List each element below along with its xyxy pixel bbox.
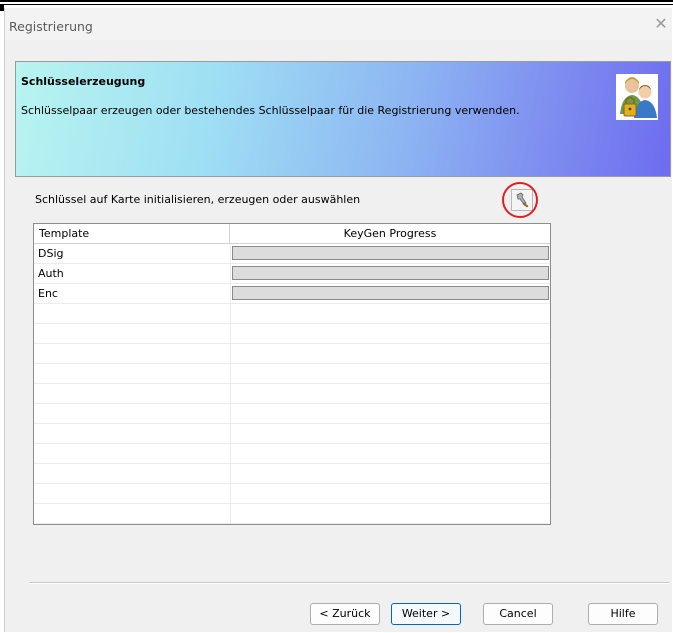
column-divider <box>230 324 231 343</box>
column-divider <box>230 404 231 423</box>
empty-table-row <box>34 384 550 404</box>
footer-separator-highlight <box>29 583 669 584</box>
column-header-template[interactable]: Template <box>34 224 230 243</box>
table-row[interactable]: DSig <box>34 244 550 264</box>
instruction-text: Schlüssel auf Karte initialisieren, erze… <box>35 193 361 206</box>
column-divider <box>230 484 231 503</box>
key-tool-button[interactable] <box>511 189 533 211</box>
next-button[interactable]: Weiter > <box>391 603 461 625</box>
empty-table-row <box>34 404 550 424</box>
column-divider <box>230 384 231 403</box>
empty-table-row <box>34 524 550 525</box>
column-divider <box>230 304 231 323</box>
cancel-button[interactable]: Cancel <box>483 603 553 625</box>
table-row[interactable]: Enc <box>34 284 550 304</box>
banner-description: Schlüsselpaar erzeugen oder bestehendes … <box>21 104 520 117</box>
column-header-keygen-progress[interactable]: KeyGen Progress <box>230 224 550 243</box>
column-divider <box>230 424 231 443</box>
column-divider <box>230 504 231 523</box>
empty-table-row <box>34 364 550 384</box>
column-divider <box>230 264 231 283</box>
table-row[interactable]: Auth <box>34 264 550 284</box>
users-keys-icon <box>616 74 658 120</box>
empty-table-row <box>34 464 550 484</box>
column-divider <box>230 284 231 303</box>
screenshot-border-line <box>0 4 673 5</box>
close-icon[interactable]: ✕ <box>650 12 672 38</box>
column-divider <box>230 524 231 525</box>
table-header: Template KeyGen Progress <box>34 224 550 244</box>
banner-title: Schlüsselerzeugung <box>21 75 146 88</box>
keygen-progress-bar <box>232 246 549 260</box>
window-title: Registrierung <box>9 19 93 34</box>
empty-table-row <box>34 304 550 324</box>
empty-table-row <box>34 484 550 504</box>
column-divider <box>230 464 231 483</box>
template-name: DSig <box>38 247 64 260</box>
title-bar: Registrierung ✕ <box>5 8 672 40</box>
keygen-progress-bar <box>232 266 549 280</box>
column-divider <box>230 364 231 383</box>
screenshot-border-top <box>0 0 673 2</box>
keygen-table: Template KeyGen Progress DSig Auth Enc <box>33 223 551 525</box>
empty-table-row <box>34 424 550 444</box>
column-divider <box>230 244 231 263</box>
key-tool-icon <box>516 192 529 208</box>
table-body: DSig Auth Enc <box>34 244 550 525</box>
back-button[interactable]: < Zurück <box>310 603 380 625</box>
template-name: Enc <box>38 287 58 300</box>
help-button[interactable]: Hilfe <box>588 603 658 625</box>
empty-table-row <box>34 444 550 464</box>
template-name: Auth <box>38 267 64 280</box>
column-divider <box>230 344 231 363</box>
empty-table-row <box>34 504 550 524</box>
wizard-header-banner: Schlüsselerzeugung Schlüsselpaar erzeuge… <box>15 61 671 177</box>
column-divider <box>230 444 231 463</box>
registration-dialog: Registrierung ✕ Schlüsselerzeugung Schlü… <box>4 8 672 632</box>
empty-table-row <box>34 344 550 364</box>
keygen-progress-bar <box>232 286 549 300</box>
empty-table-row <box>34 324 550 344</box>
